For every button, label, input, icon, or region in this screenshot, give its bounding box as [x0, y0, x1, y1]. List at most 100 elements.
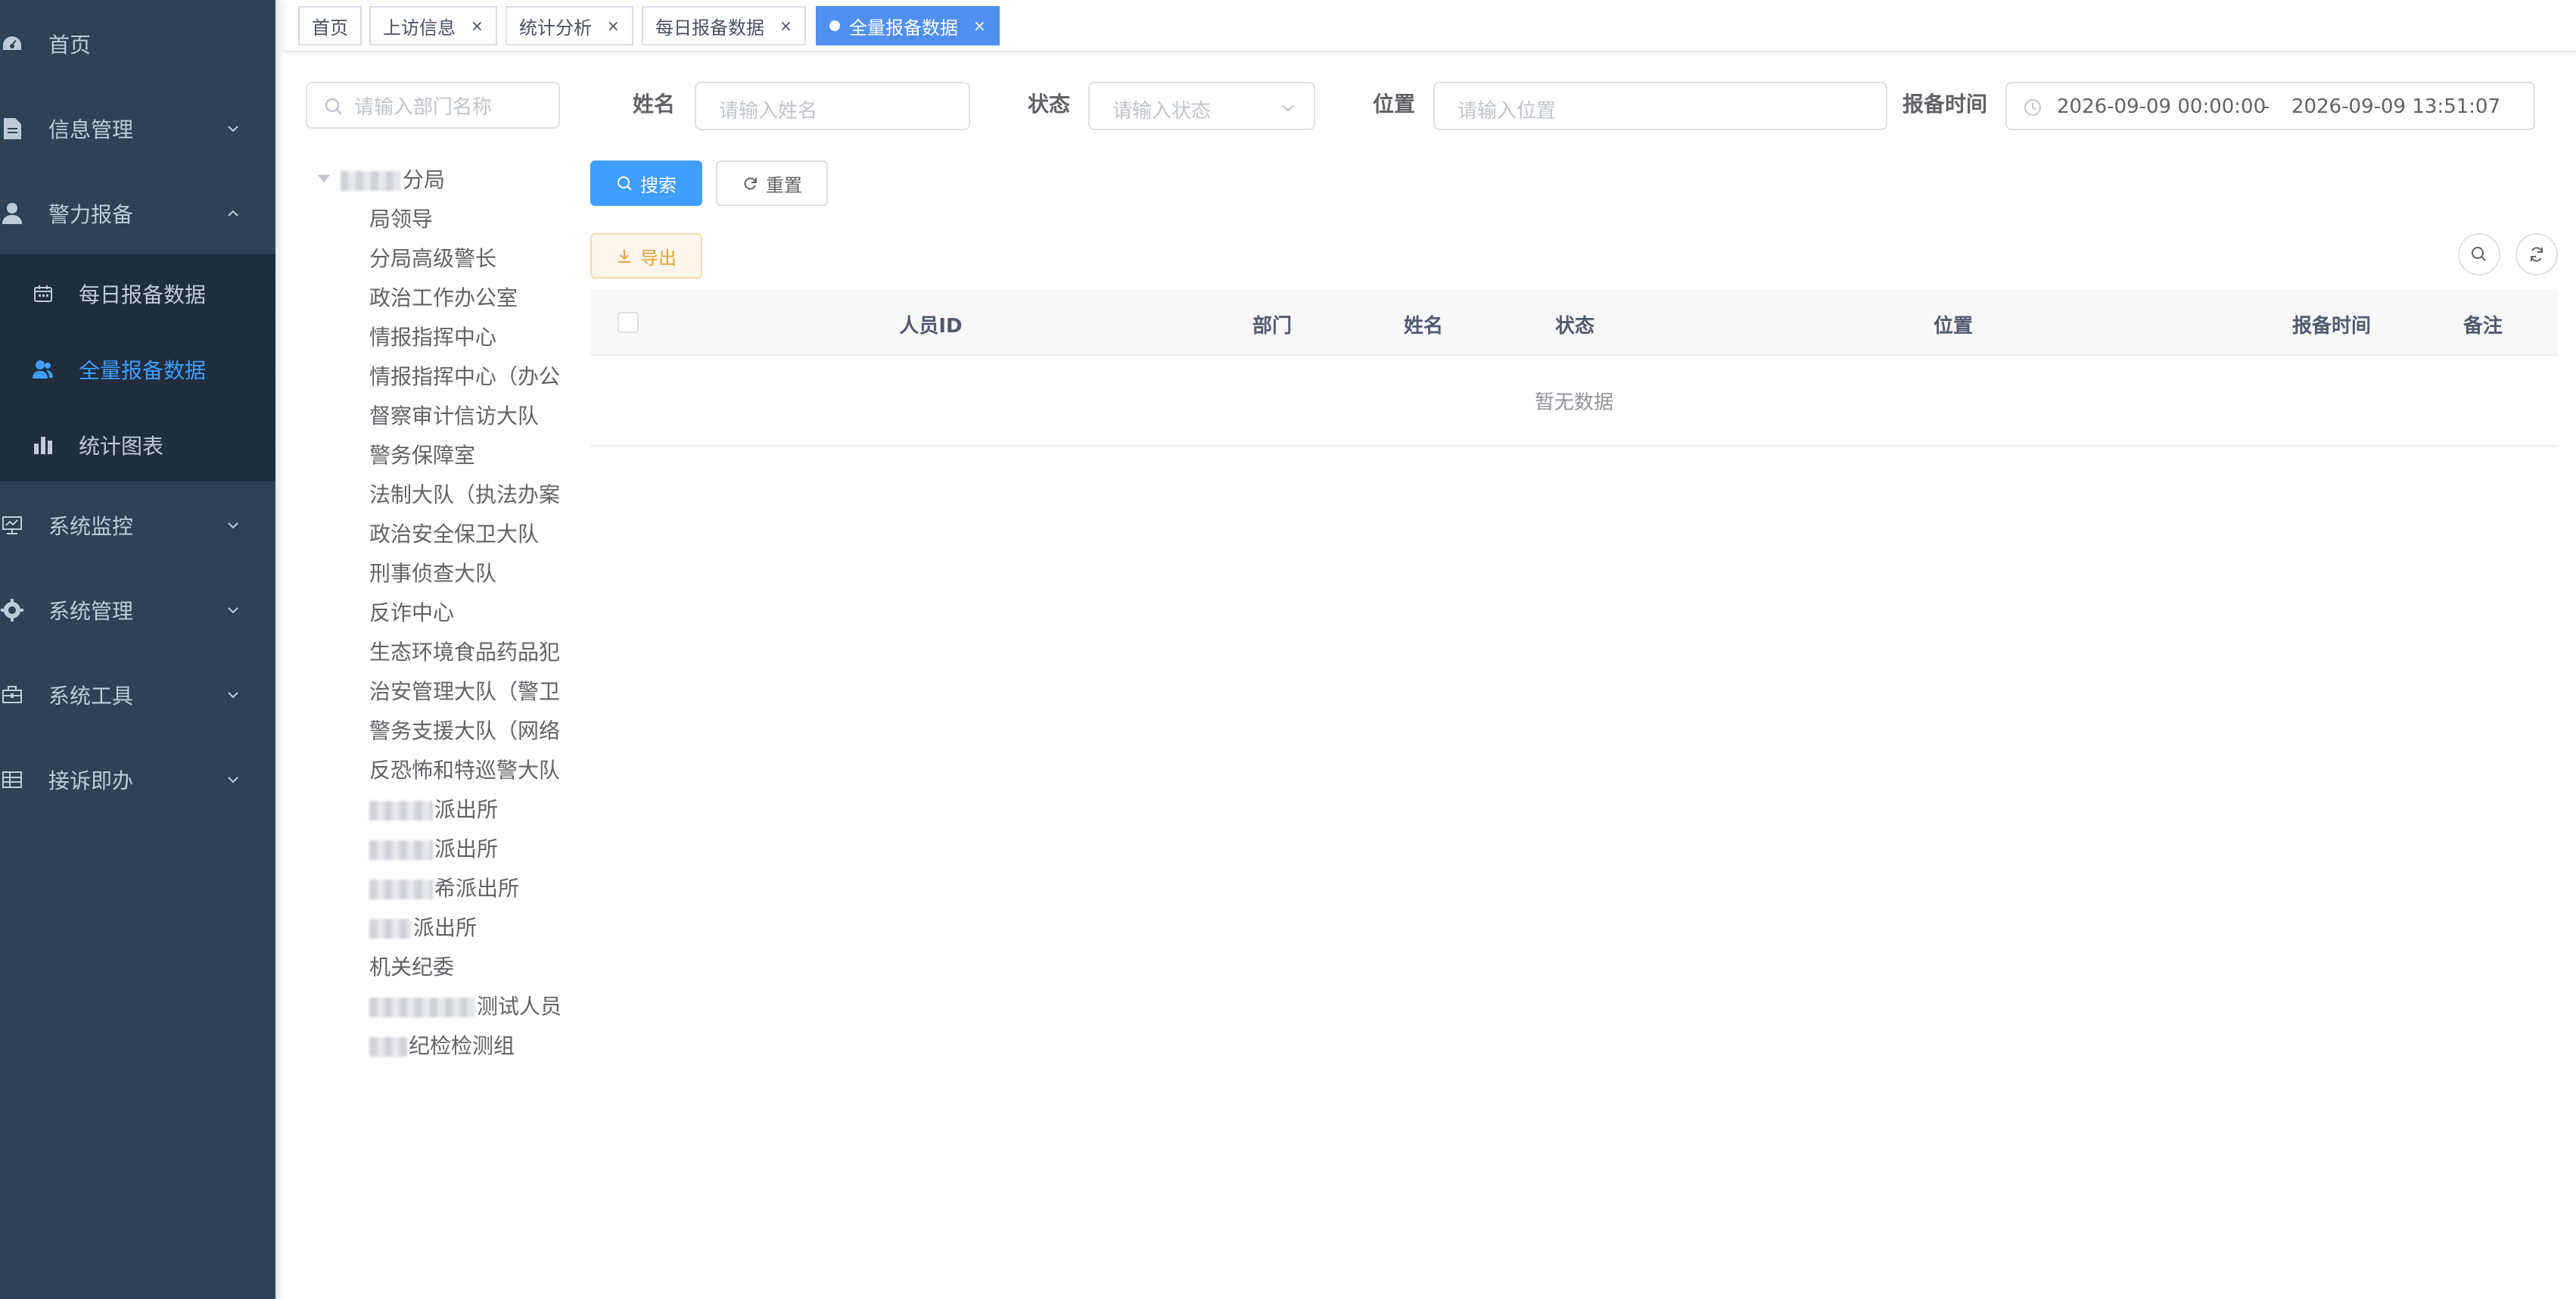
sidebar-item-system-monitor[interactable]: 系统监控 — [0, 483, 275, 568]
search-button-label: 搜索 — [640, 174, 677, 196]
sidebar-item-label: 首页 — [48, 33, 92, 58]
caret-down-icon[interactable] — [318, 175, 330, 182]
toolbox-icon — [0, 683, 24, 707]
tree-node-label: 纪检检测组 — [409, 1033, 515, 1058]
status-select[interactable]: 请输入状态 — [1088, 82, 1315, 130]
redacted-text — [341, 171, 401, 191]
name-input[interactable]: 请输入姓名 — [695, 82, 970, 130]
close-icon[interactable]: × — [607, 17, 620, 35]
chevron-down-icon — [228, 692, 238, 699]
tree-node[interactable]: 希派出所 — [306, 868, 560, 907]
gear-icon — [0, 598, 24, 622]
tree-node[interactable]: 刑事侦查大队 — [306, 553, 560, 592]
tree-node[interactable]: 法制大队（执法办案 — [306, 474, 560, 513]
tree-node[interactable]: 反诈中心 — [306, 592, 560, 631]
redacted-text — [369, 840, 433, 860]
tag-home[interactable]: 首页 — [298, 6, 362, 45]
tree-node-label: 机关纪委 — [369, 955, 455, 980]
tree-node[interactable]: 派出所 — [306, 789, 560, 828]
tree-node[interactable]: 警务支援大队（网络 — [306, 710, 560, 749]
tree-node[interactable]: 情报指挥中心 — [306, 316, 560, 356]
status-placeholder: 请输入状态 — [1112, 100, 1212, 123]
tree-node[interactable]: 局领导 — [306, 198, 560, 238]
status-label: 状态 — [1028, 92, 1071, 117]
time-end-value[interactable]: 2026-09-09 13:51:07 — [2291, 95, 2500, 118]
dept-search-placeholder: 请输入部门名称 — [354, 95, 493, 119]
sidebar-item-system-management[interactable]: 系统管理 — [0, 568, 275, 653]
tree-node[interactable]: 督察审计信访大队 — [306, 395, 560, 435]
redacted-text — [369, 801, 433, 821]
chevron-up-icon — [228, 210, 238, 216]
tree-node-label: 督察审计信访大队 — [369, 403, 540, 428]
sidebar-subitem-label: 每日报备数据 — [79, 282, 207, 307]
toggle-search-button[interactable] — [2458, 233, 2500, 276]
tree-node-label: 情报指挥中心（办公 — [369, 364, 560, 389]
column-header: 备注 — [2462, 315, 2503, 338]
location-input[interactable]: 请输入位置 — [1433, 82, 1887, 130]
column-header: 人员ID — [899, 315, 963, 338]
tree-node[interactable]: 情报指挥中心（办公 — [306, 356, 560, 395]
report-time-label: 报备时间 — [1902, 92, 1988, 117]
tree-node[interactable]: 机关纪委 — [306, 946, 560, 986]
close-icon[interactable]: × — [779, 17, 792, 35]
column-header: 部门 — [1252, 315, 1293, 338]
redacted-text — [369, 998, 475, 1017]
location-label: 位置 — [1373, 92, 1416, 117]
table-icon — [0, 768, 24, 792]
tree-node[interactable]: 生态环境食品药品犯 — [306, 631, 560, 671]
sidebar-item-system-tools[interactable]: 系统工具 — [0, 653, 275, 737]
close-icon[interactable]: × — [471, 17, 484, 35]
tree-node-label: 法制大队（执法办案 — [369, 482, 560, 507]
document-icon — [0, 117, 24, 141]
tag-label: 每日报备数据 — [655, 17, 764, 39]
tree-node[interactable]: 纪检检测组 — [306, 1025, 560, 1064]
close-icon[interactable]: × — [973, 17, 986, 35]
tree-node-label: 生态环境食品药品犯 — [369, 640, 560, 665]
tag-full-report[interactable]: 全量报备数据 × — [816, 6, 1000, 45]
reset-button[interactable]: 重置 — [716, 160, 828, 206]
table-header: 人员ID 部门 姓名 状态 位置 报备时间 备注 — [590, 289, 2558, 356]
sidebar-subitem-daily-report[interactable]: 每日报备数据 — [0, 256, 275, 332]
tree-node[interactable]: 派出所 — [306, 828, 560, 868]
sidebar-item-police-report[interactable]: 警力报备 — [0, 171, 275, 256]
calendar-icon — [32, 282, 54, 305]
tree-node-label: 政治安全保卫大队 — [369, 522, 540, 547]
dept-search-input[interactable]: 请输入部门名称 — [306, 82, 560, 129]
column-header: 位置 — [1933, 315, 1974, 338]
tree-node[interactable]: 政治工作办公室 — [306, 277, 560, 316]
report-time-range[interactable]: 2026-09-09 00:00:00 - 2026-09-09 13:51:0… — [2005, 82, 2535, 130]
tree-node[interactable]: 测试人员 — [306, 986, 560, 1025]
sidebar-subitem-full-report[interactable]: 全量报备数据 — [0, 332, 275, 407]
time-range-separator: - — [2263, 95, 2270, 118]
location-placeholder: 请输入位置 — [1458, 100, 1557, 123]
tree-node[interactable]: 反恐怖和特巡警大队 — [306, 749, 560, 789]
tree-node[interactable]: 治安管理大队（警卫 — [306, 671, 560, 710]
chevron-down-icon — [228, 777, 238, 783]
tag-petition-info[interactable]: 上访信息 × — [369, 6, 497, 45]
tag-statistics[interactable]: 统计分析 × — [506, 6, 633, 45]
peoples-icon — [32, 358, 54, 381]
sidebar-item-info-management[interactable]: 信息管理 — [0, 86, 275, 171]
tree-node[interactable]: 警务保障室 — [306, 435, 560, 474]
tag-daily-report[interactable]: 每日报备数据 × — [642, 6, 806, 45]
tree-node[interactable]: 政治安全保卫大队 — [306, 513, 560, 553]
search-icon — [618, 176, 632, 191]
tree-node-root[interactable]: 分局 — [306, 159, 560, 198]
sidebar-item-home[interactable]: 首页 — [0, 2, 275, 86]
tree-node-label: 测试人员 — [477, 994, 560, 1019]
sidebar-item-complaint-handling[interactable]: 接诉即办 — [0, 737, 275, 822]
tree-node[interactable]: 分局高级警长 — [306, 238, 560, 277]
time-start-value[interactable]: 2026-09-09 00:00:00 — [2057, 95, 2266, 118]
name-placeholder: 请输入姓名 — [719, 100, 818, 123]
search-button[interactable]: 搜索 — [590, 160, 702, 206]
tree-node-label: 政治工作办公室 — [369, 285, 518, 310]
refresh-button[interactable] — [2515, 233, 2558, 276]
export-button[interactable]: 导出 — [590, 233, 702, 279]
export-button-label: 导出 — [640, 247, 677, 269]
user-icon — [0, 201, 24, 226]
sidebar-item-label: 接诉即办 — [48, 768, 134, 793]
tree-node[interactable]: 派出所 — [306, 907, 560, 946]
select-all-checkbox[interactable] — [618, 312, 639, 333]
tree-node-label: 希派出所 — [434, 876, 520, 901]
sidebar-subitem-statistics-chart[interactable]: 统计图表 — [0, 407, 275, 483]
